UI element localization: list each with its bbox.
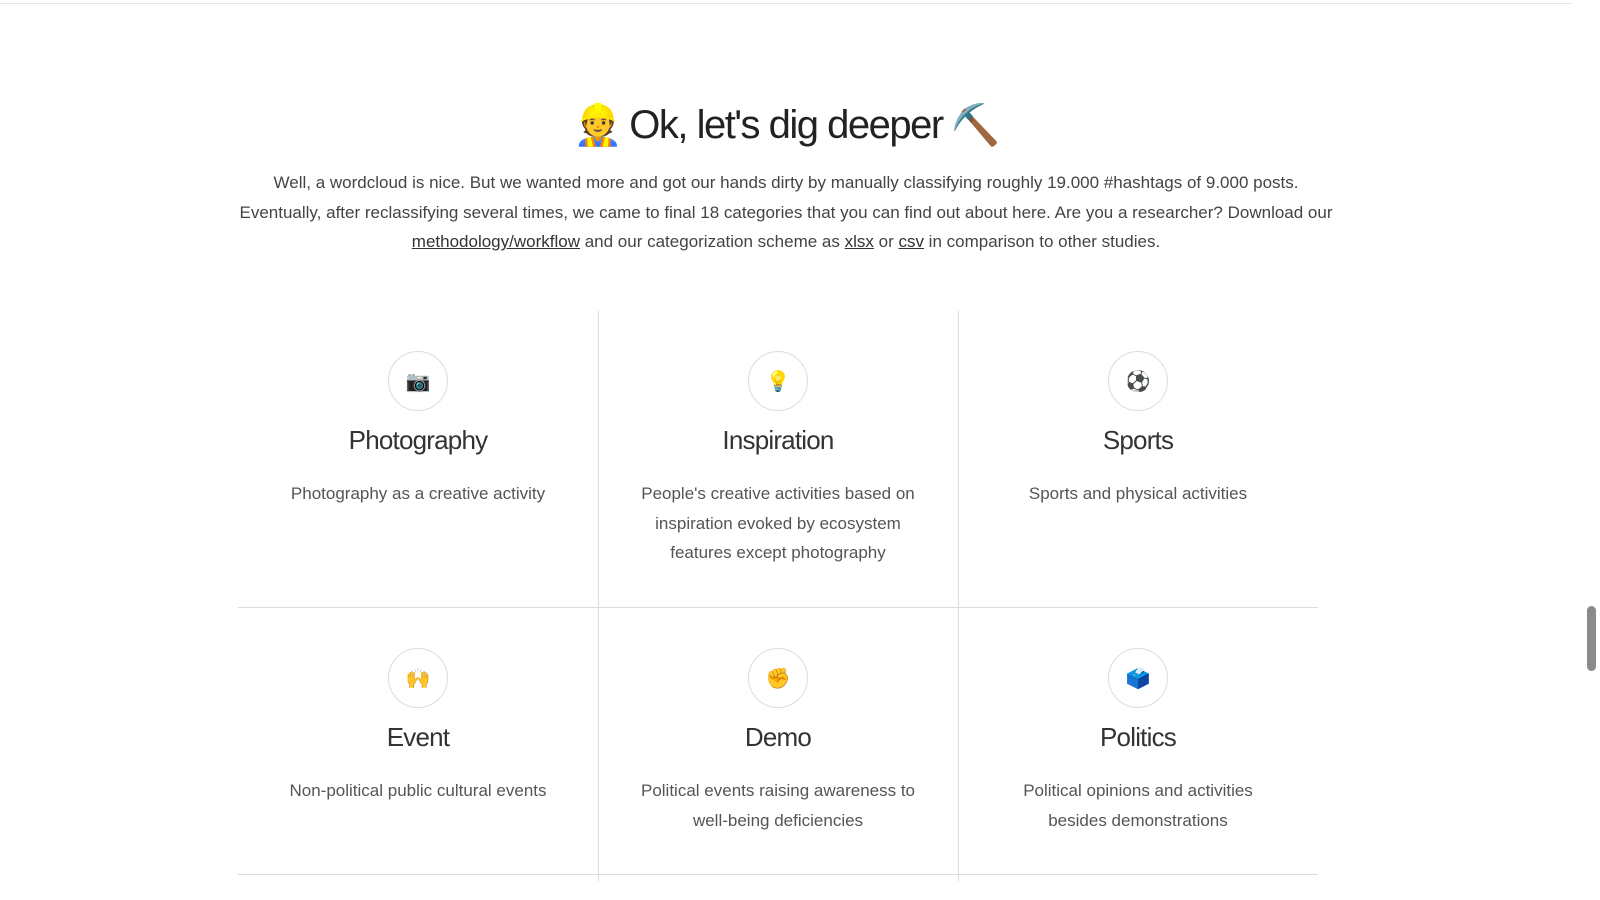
intro-text-2: and our categorization scheme as (580, 232, 845, 251)
grid-divider-horizontal (238, 874, 1318, 875)
category-description: Photography as a creative activity (290, 484, 546, 503)
category-title: Inspiration (722, 425, 834, 455)
lightbulb-icon: 💡 (748, 351, 808, 411)
category-card-event: 🙌 Event Non-political public cultural ev… (238, 648, 598, 806)
construction-worker-icon: 👷 (572, 103, 623, 148)
category-title: Sports (1102, 425, 1174, 455)
camera-icon: 📷 (388, 351, 448, 411)
category-card-sports: ⚽ Sports Sports and physical activities (958, 351, 1318, 509)
csv-link[interactable]: csv (898, 232, 924, 251)
category-grid: 📷 Photography Photography as a creative … (238, 311, 1318, 891)
category-card-photography: 📷 Photography Photography as a creative … (238, 351, 598, 509)
section-title: Ok, let's dig deeper (629, 103, 944, 148)
vertical-scrollbar[interactable] (1584, 0, 1600, 900)
category-card-politics: 🗳️ Politics Political opinions and activ… (958, 648, 1318, 835)
soccer-ball-icon: ⚽ (1108, 351, 1168, 411)
methodology-link[interactable]: methodology/workflow (412, 232, 580, 251)
intro-text-4: in comparison to other studies. (923, 232, 1161, 251)
category-description: Non-political public cultural events (289, 781, 547, 800)
category-title: Politics (1100, 722, 1177, 752)
category-card-inspiration: 💡 Inspiration People's creative activiti… (598, 351, 958, 568)
page: 👷 Ok, let's dig deeper ⛏️ Well, a wordclou… (0, 0, 1600, 900)
category-description: People's creative activities based on in… (641, 484, 915, 562)
intro-text-1: Well, a wordcloud is nice. But we wanted… (239, 173, 1333, 222)
intro-paragraph: Well, a wordcloud is nice. But we wanted… (238, 168, 1334, 257)
category-title: Event (386, 722, 450, 752)
pick-icon: ⛏️ (950, 103, 1001, 148)
top-divider (0, 3, 1572, 4)
category-title: Demo (744, 722, 812, 752)
section-heading: 👷 Ok, let's dig deeper ⛏️ (0, 93, 1572, 155)
category-description: Political opinions and activities beside… (1023, 781, 1253, 830)
grid-divider-horizontal (238, 607, 1318, 608)
intro-text-3: or (873, 232, 899, 251)
scrollbar-thumb[interactable] (1587, 606, 1596, 671)
category-card-demo: ✊ Demo Political events raising awarenes… (598, 648, 958, 835)
xlsx-link[interactable]: xlsx (845, 232, 874, 251)
raised-fist-icon: ✊ (748, 648, 808, 708)
ballot-box-icon: 🗳️ (1108, 648, 1168, 708)
raised-hands-icon: 🙌 (388, 648, 448, 708)
category-description: Sports and physical activities (1028, 484, 1248, 503)
category-title: Photography (348, 425, 488, 455)
category-description: Political events raising awareness to we… (640, 781, 916, 830)
